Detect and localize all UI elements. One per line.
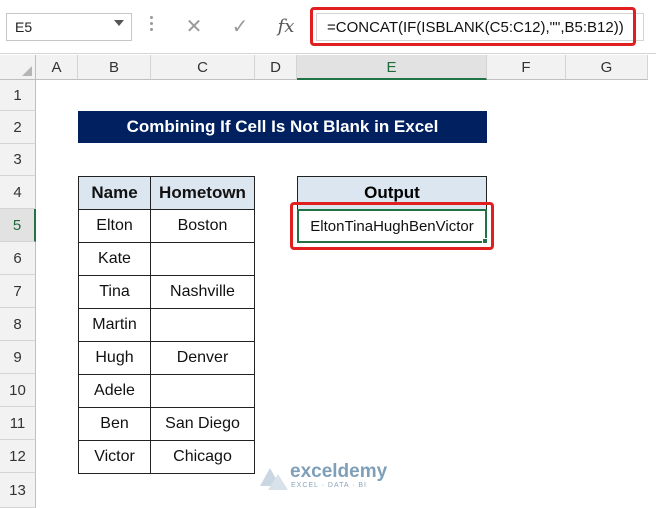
hometown-cell[interactable]: Chicago (151, 440, 255, 474)
name-cell[interactable]: Adele (78, 374, 151, 408)
row-header-2[interactable]: 2 (0, 111, 36, 144)
name-cell[interactable]: Martin (78, 308, 151, 342)
row-header-1[interactable]: 1 (0, 80, 36, 111)
column-header-c[interactable]: C (151, 55, 255, 80)
column-header-g[interactable]: G (566, 55, 648, 80)
name-cell[interactable]: Kate (78, 242, 151, 276)
hometown-cell[interactable]: Nashville (151, 275, 255, 309)
hometown-cell[interactable] (151, 374, 255, 408)
row-header-4[interactable]: 4 (0, 176, 36, 209)
chevron-down-icon[interactable] (114, 20, 124, 26)
name-cell[interactable]: Tina (78, 275, 151, 309)
formula-highlight-box (310, 7, 636, 46)
name-cell[interactable]: Victor (78, 440, 151, 474)
column-header-b[interactable]: B (78, 55, 151, 80)
name-cell[interactable]: Hugh (78, 341, 151, 375)
row-header-6[interactable]: 6 (0, 242, 36, 275)
hometown-cell[interactable]: San Diego (151, 407, 255, 441)
output-highlight-box (290, 202, 494, 250)
select-all-icon (22, 66, 32, 76)
column-header-a[interactable]: A (36, 55, 78, 80)
hometown-header-cell[interactable]: Hometown (151, 176, 255, 210)
name-box[interactable]: E5 (6, 13, 132, 41)
hometown-cell[interactable] (151, 242, 255, 276)
hometown-cell[interactable]: Boston (151, 209, 255, 243)
row-header-9[interactable]: 9 (0, 341, 36, 374)
column-header-f[interactable]: F (487, 55, 566, 80)
hometown-cell[interactable]: Denver (151, 341, 255, 375)
hometown-cell[interactable] (151, 308, 255, 342)
row-header-5[interactable]: 5 (0, 209, 36, 242)
drag-handle-icon[interactable] (150, 16, 153, 36)
name-header-cell[interactable]: Name (78, 176, 151, 210)
row-header-3[interactable]: 3 (0, 144, 36, 176)
name-cell[interactable]: Elton (78, 209, 151, 243)
row-header-13[interactable]: 13 (0, 473, 36, 508)
fill-handle[interactable] (482, 238, 488, 244)
row-header-8[interactable]: 8 (0, 308, 36, 341)
column-header-d[interactable]: D (255, 55, 297, 80)
watermark-tagline: EXCEL · DATA · BI (291, 482, 367, 489)
row-header-11[interactable]: 11 (0, 407, 36, 440)
insert-function-icon[interactable]: fx (270, 10, 302, 44)
name-cell[interactable]: Ben (78, 407, 151, 441)
row-header-12[interactable]: 12 (0, 440, 36, 473)
sheet-title[interactable]: Combining If Cell Is Not Blank in Excel (78, 111, 487, 143)
row-header-7[interactable]: 7 (0, 275, 36, 308)
watermark-name: exceldemy (290, 461, 388, 482)
column-header-e[interactable]: E (297, 55, 487, 80)
row-header-10[interactable]: 10 (0, 374, 36, 407)
cancel-icon[interactable]: ✕ (178, 10, 210, 44)
enter-icon[interactable]: ✓ (224, 10, 256, 44)
